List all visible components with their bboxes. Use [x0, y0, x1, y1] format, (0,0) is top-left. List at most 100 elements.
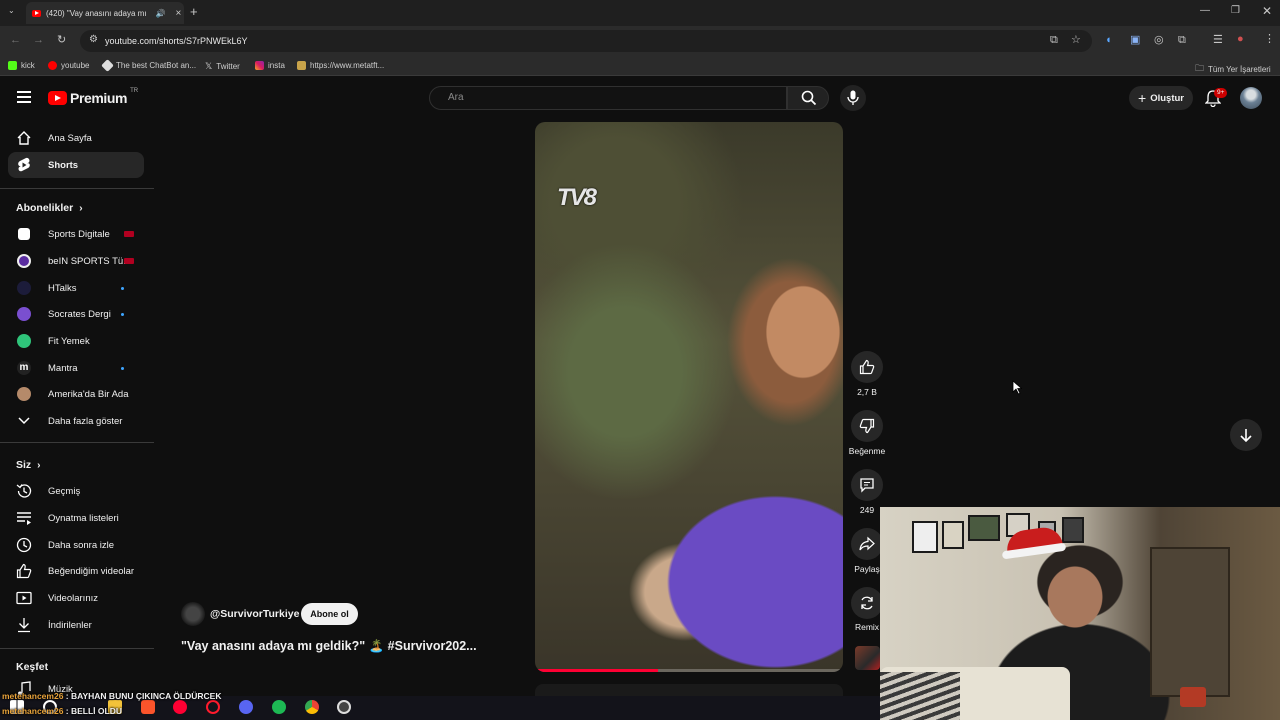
tab-close-icon[interactable]: × [176, 8, 182, 19]
search-button[interactable] [787, 86, 829, 110]
channel-avatar[interactable] [181, 602, 205, 626]
extension-3-icon[interactable]: ◎ [1154, 35, 1164, 46]
next-short-button[interactable] [1230, 419, 1262, 451]
share-icon [859, 536, 875, 551]
live-indicator [124, 231, 134, 237]
share-button[interactable] [851, 528, 883, 560]
show-more-button[interactable]: Daha fazla göster [8, 408, 144, 434]
sidebar-item-label: Ana Sayfa [48, 132, 92, 144]
voice-search-button[interactable] [840, 85, 866, 111]
sidebar-item-home[interactable]: Ana Sayfa [8, 125, 144, 151]
channel-name[interactable]: @SurvivorTurkiye [210, 608, 299, 620]
url-field[interactable]: ⚙ youtube.com/shorts/S7rPNWEkL6Y ⧉ ☆ [80, 30, 1092, 52]
streamer-webcam [880, 507, 1280, 720]
sidebar-item-shorts[interactable]: Shorts [8, 152, 144, 178]
bookmark-chatbot[interactable]: The best ChatBot an... [101, 59, 196, 72]
your-videos-icon [16, 590, 32, 606]
minimize-icon[interactable]: — [1200, 6, 1210, 16]
bookmark-kick[interactable]: kick [8, 61, 35, 70]
bookmark-star-icon[interactable]: ☆ [1071, 35, 1081, 46]
new-content-dot [121, 367, 124, 370]
bookmark-label: insta [268, 61, 285, 70]
remix-icon [861, 596, 873, 610]
bookmark-insta[interactable]: insta [255, 61, 285, 70]
youtube-app-icon[interactable] [173, 700, 187, 714]
subscriptions-header[interactable]: Abonelikler › [16, 202, 83, 214]
wall-frame [1062, 517, 1084, 543]
striped-pillow [880, 672, 960, 720]
audio-icon[interactable]: 🔊 [156, 9, 166, 18]
sidebar-item-your-videos[interactable]: Videolarınız [8, 585, 144, 611]
install-app-icon[interactable]: ⧉ [1050, 35, 1058, 46]
playlists-icon [16, 510, 32, 526]
new-tab-icon[interactable]: + [190, 5, 198, 18]
channel-watermark: TV8 [557, 184, 597, 211]
folder-icon: 🗀 [1195, 63, 1205, 73]
bookmarks-bar: kick youtube The best ChatBot an... 𝕏 Twi… [0, 56, 1280, 76]
extension-2-icon[interactable]: ▣ [1130, 35, 1140, 46]
bookmark-youtube[interactable]: youtube [48, 61, 89, 70]
kick-icon [8, 61, 17, 70]
chrome-icon[interactable] [305, 700, 319, 714]
hamburger-menu-icon[interactable] [17, 91, 31, 103]
bookmark-label: youtube [61, 61, 90, 70]
tab-search-icon[interactable]: ⌄ [8, 7, 15, 15]
chevron-right-icon: › [37, 459, 41, 471]
watch-later-icon [16, 537, 32, 553]
youtube-premium-logo[interactable]: Premium TR [48, 88, 138, 106]
next-short-preview[interactable] [535, 684, 843, 696]
reload-icon[interactable]: ↻ [57, 35, 66, 46]
extension-1-icon[interactable]: ◖ [1105, 35, 1112, 46]
search-icon [801, 90, 817, 106]
spotify-icon[interactable] [272, 700, 286, 714]
you-header[interactable]: Siz › [16, 459, 41, 471]
short-title[interactable]: "Vay anasını adaya mı geldik?" 🏝️ #Survi… [181, 639, 477, 654]
site-info-icon[interactable]: ⚙ [89, 35, 98, 45]
forward-icon[interactable]: → [33, 35, 44, 46]
sidebar-item-history[interactable]: Geçmiş [8, 478, 144, 504]
extensions-puzzle-icon[interactable]: ⧉ [1178, 35, 1186, 46]
sidebar-item-liked-videos[interactable]: Beğendiğim videolar [8, 558, 144, 584]
obs-icon[interactable] [337, 700, 351, 714]
account-avatar[interactable] [1240, 87, 1262, 109]
comment-icon [860, 478, 874, 493]
bookmark-twitter[interactable]: 𝕏 Twitter [205, 61, 240, 72]
bookmark-label: Twitter [216, 62, 240, 71]
reading-list-icon[interactable]: ☰ [1213, 35, 1223, 46]
sidebar-item-downloads[interactable]: İndirilenler [8, 612, 144, 638]
channel-avatar [17, 387, 31, 401]
brave-icon[interactable] [141, 700, 155, 714]
bookmark-metatft[interactable]: https://www.metatft... [297, 61, 384, 70]
dislike-button[interactable] [851, 410, 883, 442]
search-input[interactable]: Ara [429, 86, 787, 110]
shorts-video-player[interactable]: TV8 [535, 122, 843, 672]
browser-tab[interactable]: (420) "Vay anasını adaya mı 🔊 × [26, 2, 184, 24]
back-icon[interactable]: ← [10, 35, 21, 46]
youtube-icon [48, 61, 57, 70]
remix-button[interactable] [851, 587, 883, 619]
sound-thumbnail[interactable] [855, 646, 880, 670]
video-progress-bar[interactable] [535, 669, 843, 672]
sidebar-item-playlists[interactable]: Oynatma listeleri [8, 505, 144, 531]
chat-username: metehancem26 [2, 691, 64, 701]
sidebar-item-label: Videolarınız [48, 592, 98, 604]
like-button[interactable] [851, 351, 883, 383]
browser-menu-icon[interactable]: ⋮ [1264, 34, 1275, 45]
subscription-fit-yemek[interactable]: Fit Yemek [8, 328, 144, 354]
window-close-icon[interactable]: ✕ [1262, 5, 1272, 17]
chat-text: BELLİ OLDU [70, 706, 122, 716]
sidebar-item-watch-later[interactable]: Daha sonra izle [8, 532, 144, 558]
address-bar-row: ← → ↻ ⚙ youtube.com/shorts/S7rPNWEkL6Y ⧉… [0, 26, 1280, 56]
section-title: Abonelikler [16, 202, 74, 214]
subscribe-button[interactable]: Abone ol [301, 603, 358, 625]
discord-icon[interactable] [239, 700, 253, 714]
comments-button[interactable] [851, 469, 883, 501]
subscription-amerikada-bir-ada[interactable]: Amerika'da Bir Ada [8, 381, 144, 407]
channel-avatar [17, 254, 31, 268]
all-bookmarks[interactable]: 🗀 Tüm Yer İşaretleri [1195, 61, 1271, 77]
profile-icon[interactable]: ● [1237, 34, 1244, 45]
create-button[interactable]: + Oluştur [1129, 86, 1193, 110]
opera-icon[interactable] [206, 700, 220, 714]
plus-icon: + [1138, 90, 1147, 106]
maximize-icon[interactable]: ❐ [1231, 6, 1240, 16]
